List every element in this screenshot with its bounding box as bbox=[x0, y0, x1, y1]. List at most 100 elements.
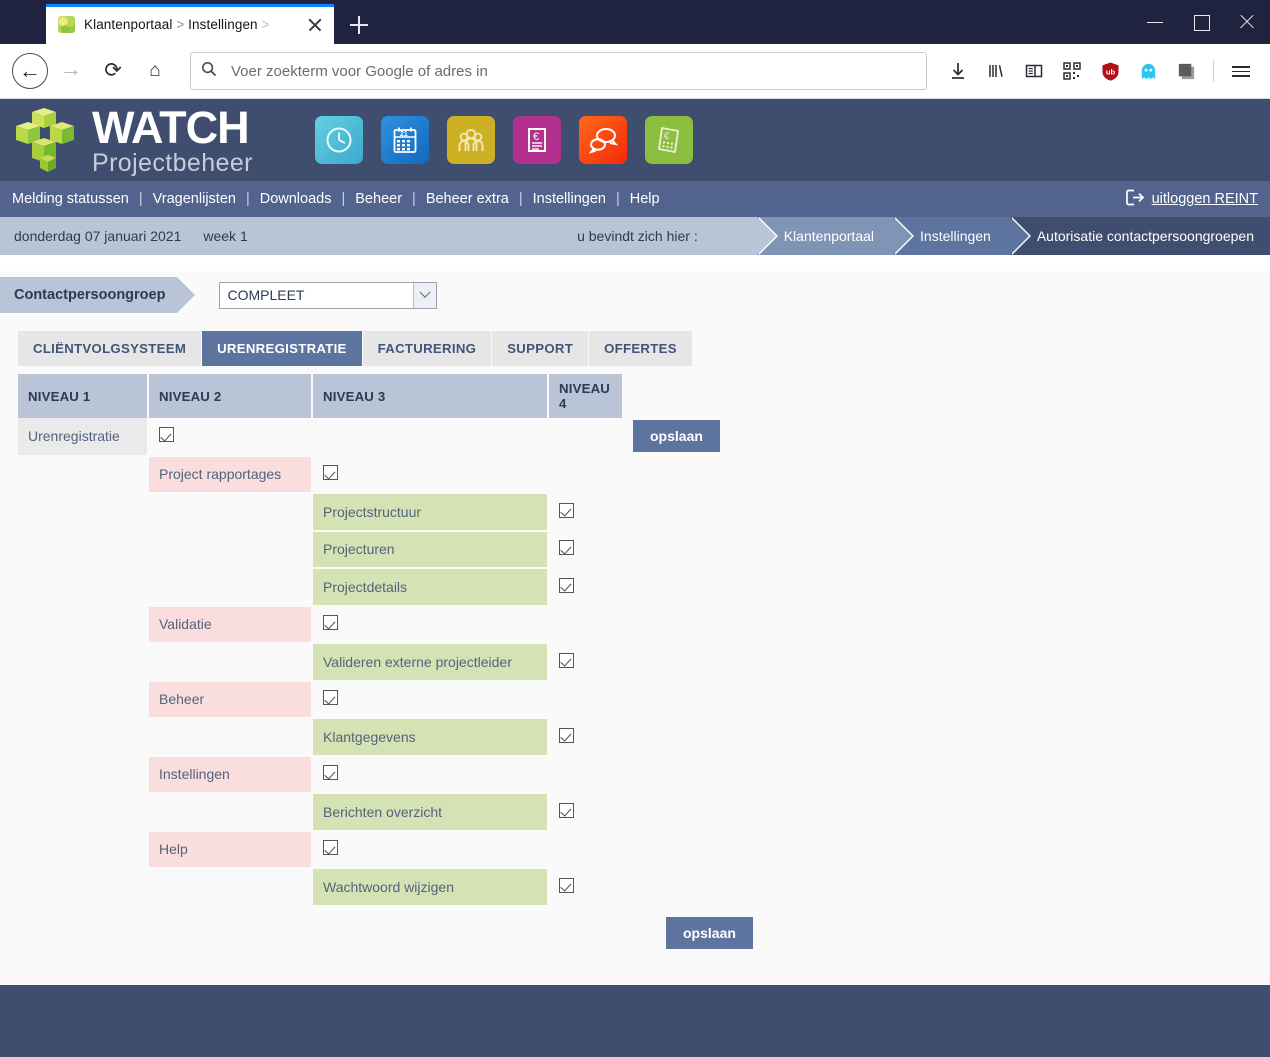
browser-tab[interactable]: Klantenportaal > Instellingen > bbox=[46, 4, 334, 44]
search-input[interactable] bbox=[231, 62, 916, 80]
table-row: Help bbox=[18, 830, 773, 869]
checkbox-cell-level4[interactable] bbox=[548, 530, 623, 569]
checkbox-instellingen[interactable] bbox=[323, 765, 338, 781]
checkbox-cell-level4[interactable] bbox=[548, 568, 623, 607]
checkbox-valideren-externe-projectleider[interactable] bbox=[559, 652, 574, 668]
invoice-euro-icon[interactable]: € bbox=[512, 116, 561, 164]
checkbox-projecturen[interactable] bbox=[559, 540, 574, 556]
menu-item-help[interactable]: Help bbox=[630, 191, 660, 207]
checkbox-cell-level3[interactable] bbox=[312, 830, 549, 869]
checkbox-wachtwoord-wijzigen[interactable] bbox=[559, 877, 574, 893]
contactpersoongroep-select[interactable]: COMPLEET bbox=[219, 281, 438, 309]
downloads-icon[interactable] bbox=[941, 54, 975, 88]
calculator-euro-icon[interactable]: € bbox=[644, 116, 693, 164]
maximize-icon[interactable] bbox=[1178, 0, 1224, 44]
back-arrow-icon[interactable]: ← bbox=[12, 53, 48, 89]
tab-urenregistratie[interactable]: URENREGISTRATIE bbox=[202, 331, 363, 366]
checkbox-cell-level4[interactable] bbox=[548, 868, 623, 907]
checkbox-validatie[interactable] bbox=[323, 615, 338, 631]
breadcrumb-item-klantenportaal[interactable]: Klantenportaal bbox=[757, 217, 915, 255]
qr-code-icon[interactable] bbox=[1055, 54, 1089, 88]
menu-item-beheer-extra[interactable]: Beheer extra bbox=[426, 191, 509, 207]
checkbox-help[interactable] bbox=[323, 840, 338, 856]
column-header-niveau-1: NIVEAU 1 bbox=[18, 374, 149, 418]
menu-item-beheer[interactable]: Beheer bbox=[355, 191, 402, 207]
calendar-icon[interactable]: 21 bbox=[380, 116, 429, 164]
empty-cell bbox=[312, 418, 549, 457]
library-icon[interactable] bbox=[979, 54, 1013, 88]
minimize-icon[interactable] bbox=[1132, 0, 1178, 44]
empty-cell bbox=[622, 530, 773, 569]
empty-cell bbox=[622, 605, 773, 644]
checkbox-projectstructuur[interactable] bbox=[559, 502, 574, 518]
contactpersoongroep-bar: Contactpersoongroep COMPLEET bbox=[0, 271, 1270, 319]
row-label-level3: Projecturen bbox=[312, 530, 549, 569]
row-label-level2: Beheer bbox=[148, 680, 313, 719]
row-label-level3: Klantgegevens bbox=[312, 718, 549, 757]
module-tabs: CLIËNTVOLGSYSTEEM URENREGISTRATIE FACTUR… bbox=[18, 331, 1270, 366]
row-label-level3: Projectstructuur bbox=[312, 493, 549, 532]
tab-offertes[interactable]: OFFERTES bbox=[589, 331, 693, 366]
checkbox-cell-level3[interactable] bbox=[312, 680, 549, 719]
table-row: Validatie bbox=[18, 605, 773, 644]
plus-icon[interactable] bbox=[340, 6, 378, 44]
menu-separator: | bbox=[518, 191, 523, 207]
row-label-level3: Valideren externe projectleider bbox=[312, 643, 549, 682]
close-icon[interactable] bbox=[1224, 0, 1270, 44]
checkbox-beheer[interactable] bbox=[323, 690, 338, 706]
chat-icon[interactable] bbox=[578, 116, 627, 164]
empty-cell bbox=[18, 755, 149, 794]
menu-item-instellingen[interactable]: Instellingen bbox=[533, 191, 606, 207]
extension-square-icon[interactable] bbox=[1169, 54, 1203, 88]
menu-item-downloads[interactable]: Downloads bbox=[260, 191, 332, 207]
forward-arrow-icon[interactable]: → bbox=[52, 52, 90, 90]
checkbox-cell-level2[interactable] bbox=[148, 418, 313, 457]
reload-icon[interactable]: ⟳ bbox=[94, 52, 132, 90]
menu-item-vragenlijsten[interactable]: Vragenlijsten bbox=[153, 191, 236, 207]
home-icon[interactable]: ⌂ bbox=[136, 52, 174, 90]
checkbox-project-rapportages[interactable] bbox=[323, 465, 338, 481]
empty-cell bbox=[18, 830, 149, 869]
clock-icon[interactable] bbox=[314, 116, 363, 164]
hamburger-menu-icon[interactable] bbox=[1224, 54, 1258, 88]
empty-cell bbox=[622, 755, 773, 794]
empty-cell bbox=[148, 568, 313, 607]
ghostery-icon[interactable] bbox=[1131, 54, 1165, 88]
checkbox-cell-level4[interactable] bbox=[548, 493, 623, 532]
tab-support[interactable]: SUPPORT bbox=[492, 331, 590, 366]
table-row: Beheer bbox=[18, 680, 773, 719]
checkbox-cell-level3[interactable] bbox=[312, 755, 549, 794]
checkbox-cell-level4[interactable] bbox=[548, 643, 623, 682]
authorisation-table: NIVEAU 1 NIVEAU 2 NIVEAU 3 NIVEAU 4 Uren… bbox=[18, 374, 773, 907]
empty-cell bbox=[18, 793, 149, 832]
table-row: Instellingen bbox=[18, 755, 773, 794]
empty-cell bbox=[548, 680, 623, 719]
sidebar-icon[interactable] bbox=[1017, 54, 1051, 88]
search-icon bbox=[201, 61, 221, 82]
close-icon[interactable] bbox=[304, 13, 326, 35]
checkbox-projectdetails[interactable] bbox=[559, 577, 574, 593]
menu-item-melding-statussen[interactable]: Melding statussen bbox=[12, 191, 129, 207]
checkbox-berichten-overzicht[interactable] bbox=[559, 802, 574, 818]
checkbox-cell-level3[interactable] bbox=[312, 605, 549, 644]
svg-text:ub: ub bbox=[1105, 67, 1115, 76]
breadcrumb: donderdag 07 januari 2021 week 1 u bevin… bbox=[0, 217, 1270, 255]
save-button-bottom[interactable]: opslaan bbox=[666, 916, 753, 949]
checkbox-klantgegevens[interactable] bbox=[559, 727, 574, 743]
save-button-top[interactable]: opslaan bbox=[633, 420, 720, 453]
tab-facturering[interactable]: FACTURERING bbox=[362, 331, 493, 366]
row-label-level3: Projectdetails bbox=[312, 568, 549, 607]
checkbox-urenregistratie[interactable] bbox=[159, 427, 174, 443]
checkbox-cell-level4[interactable] bbox=[548, 793, 623, 832]
checkbox-cell-level3[interactable] bbox=[312, 455, 549, 494]
checkbox-cell-level4[interactable] bbox=[548, 718, 623, 757]
app-logo-text: WATCH Projectbeheer bbox=[92, 105, 253, 176]
empty-cell bbox=[622, 830, 773, 869]
address-bar[interactable] bbox=[190, 52, 927, 90]
tab-clientvolgsysteem[interactable]: CLIËNTVOLGSYSTEEM bbox=[18, 331, 203, 366]
toolbar-divider bbox=[1213, 60, 1214, 82]
logout-button[interactable]: uitloggen REINT bbox=[1125, 189, 1258, 210]
people-icon[interactable] bbox=[446, 116, 495, 164]
ublock-origin-icon[interactable]: ub bbox=[1093, 54, 1127, 88]
app-logo[interactable]: WATCH Projectbeheer bbox=[10, 105, 253, 176]
